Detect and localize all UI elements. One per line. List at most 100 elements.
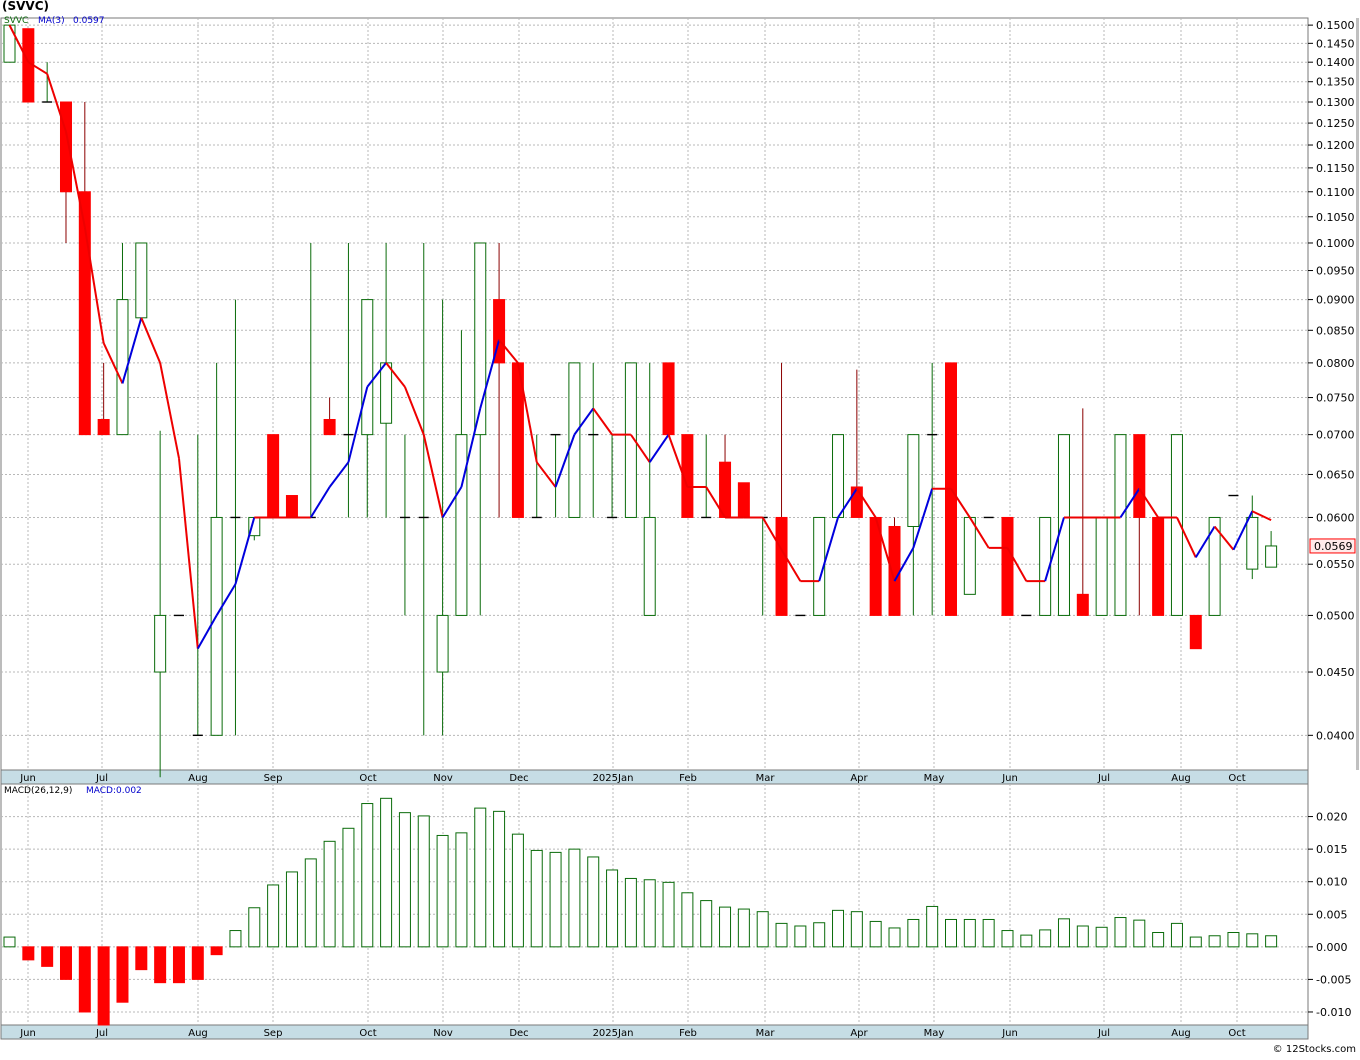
macd-bar-positive xyxy=(229,930,242,948)
macd-bar-positive xyxy=(1095,926,1108,948)
price-panel xyxy=(0,17,1309,771)
candle-body-up xyxy=(380,362,393,424)
y-tick-label: 0.0400 xyxy=(1316,729,1355,742)
macd-bar-positive xyxy=(719,906,732,948)
x-tick-label: Jun xyxy=(19,773,36,784)
ticker-legend: SVVC xyxy=(4,16,29,26)
candle-body-up xyxy=(154,614,167,673)
candle-body-down xyxy=(323,418,336,436)
candle-body-down xyxy=(850,486,863,518)
candle-body-up xyxy=(568,362,581,518)
macd-bar-negative xyxy=(41,946,54,967)
candle-body-up xyxy=(436,614,449,673)
macd-bar-negative xyxy=(78,946,91,1013)
macd-bar-positive xyxy=(756,911,769,948)
ma-legend-label: MA(3) xyxy=(38,16,65,26)
y-tick-label: 0.0750 xyxy=(1316,392,1355,405)
macd-bar-positive xyxy=(737,908,750,948)
x-tick-label: Jun xyxy=(19,1028,36,1039)
macd-bar-positive xyxy=(398,812,411,948)
macd-bar-positive xyxy=(963,918,976,948)
macd-bar-positive xyxy=(926,905,939,948)
macd-bar-positive xyxy=(380,797,393,948)
macd-bar-positive xyxy=(1227,932,1240,948)
chart-title: (SVVC) xyxy=(2,0,49,13)
y-tick-label: 0.0700 xyxy=(1316,429,1355,442)
candle-body-down xyxy=(1152,516,1165,616)
macd-bar-positive xyxy=(794,925,807,948)
source-credit: © 12Stocks.com xyxy=(1272,1044,1356,1055)
candle-body-up xyxy=(1265,545,1278,568)
macd-bar-positive xyxy=(455,832,468,948)
y-tick-label: 0.0950 xyxy=(1316,265,1355,278)
macd-bar-positive xyxy=(493,810,506,948)
y-tick-label: 0.1150 xyxy=(1316,162,1355,175)
candle-body-down xyxy=(662,362,675,436)
y-tick-label: 0.1000 xyxy=(1316,237,1355,250)
macd-bar-positive xyxy=(267,884,280,948)
macd-bar-positive xyxy=(681,892,694,948)
macd-bar-positive xyxy=(662,881,675,948)
x-tick-label: Nov xyxy=(433,773,453,784)
x-tick-label: Oct xyxy=(1228,1028,1245,1039)
price-scroll-strip xyxy=(1356,18,1359,770)
macd-bar-positive xyxy=(361,803,374,948)
macd-bar-positive xyxy=(587,856,600,948)
candle-body-down xyxy=(1133,434,1146,518)
macd-bar-positive xyxy=(1265,935,1278,948)
macd-bar-positive xyxy=(549,851,562,948)
macd-bar-positive xyxy=(1208,935,1221,948)
ma-legend-value: 0.0597 xyxy=(73,16,105,26)
x-tick-label: Jul xyxy=(1097,773,1110,784)
macd-bar-positive xyxy=(248,907,261,948)
macd-bar-positive xyxy=(775,922,788,948)
y-tick-label: 0.1450 xyxy=(1316,37,1355,50)
candle-body-up xyxy=(1095,516,1108,616)
x-tick-label: Apr xyxy=(850,773,868,784)
macd-bar-positive xyxy=(606,869,619,948)
x-tick-label: Mar xyxy=(756,1028,776,1039)
x-tick-label: Apr xyxy=(850,1028,868,1039)
macd-y-tick-label: 0.000 xyxy=(1316,941,1348,954)
candle-body-down xyxy=(285,495,298,518)
candle-body-up xyxy=(643,516,656,616)
x-tick-label: Jul xyxy=(1097,1028,1110,1039)
macd-y-tick-label: 0.015 xyxy=(1316,843,1348,856)
candle-body-down xyxy=(775,516,788,616)
macd-bar-positive xyxy=(417,815,430,948)
macd-bar-positive xyxy=(1001,930,1014,948)
candle-body-up xyxy=(963,516,976,595)
x-tick-label: Aug xyxy=(1171,773,1191,784)
macd-bar-positive xyxy=(888,927,901,948)
macd-bar-negative xyxy=(59,946,72,980)
candle-body-up xyxy=(907,434,920,527)
candle-body-down xyxy=(267,434,280,518)
macd-bar-positive xyxy=(1057,918,1070,948)
candle-body-down xyxy=(97,418,110,436)
candle-body-up xyxy=(1114,434,1127,616)
macd-bar-positive xyxy=(945,918,957,948)
macd-bar-positive xyxy=(285,871,298,948)
macd-bar-positive xyxy=(1076,925,1089,948)
x-tick-label: May xyxy=(924,1028,945,1039)
macd-bar-negative xyxy=(172,946,185,984)
macd-bar-negative xyxy=(191,946,204,980)
candle-body-down xyxy=(1076,593,1089,616)
macd-bar-positive xyxy=(342,827,355,948)
macd-bar-positive xyxy=(568,848,581,948)
macd-bar-negative xyxy=(135,946,148,971)
chart-canvas: Jun Jun Jul Jul Aug Aug Sep Sep Oct Oct Nov Nov Dec D… xyxy=(0,17,1359,1040)
candle-body-down xyxy=(1001,516,1014,616)
macd-bar-positive xyxy=(1114,917,1127,948)
macd-bar-positive xyxy=(643,879,656,948)
stock-chart: Jun Jun Jul Jul Aug Aug Sep Sep Oct Oct Nov Nov Dec D… xyxy=(0,0,1360,1056)
macd-bar-positive xyxy=(1020,934,1033,948)
x-tick-label: May xyxy=(924,773,945,784)
x-tick-label: Sep xyxy=(264,1028,283,1039)
macd-bar-positive xyxy=(530,849,543,948)
macd-bar-positive xyxy=(1039,929,1052,948)
macd-y-tick-label: -0.010 xyxy=(1316,1006,1351,1019)
x-tick-label: Dec xyxy=(509,773,528,784)
x-tick-label: Feb xyxy=(679,773,697,784)
x-tick-label: Mar xyxy=(756,773,776,784)
